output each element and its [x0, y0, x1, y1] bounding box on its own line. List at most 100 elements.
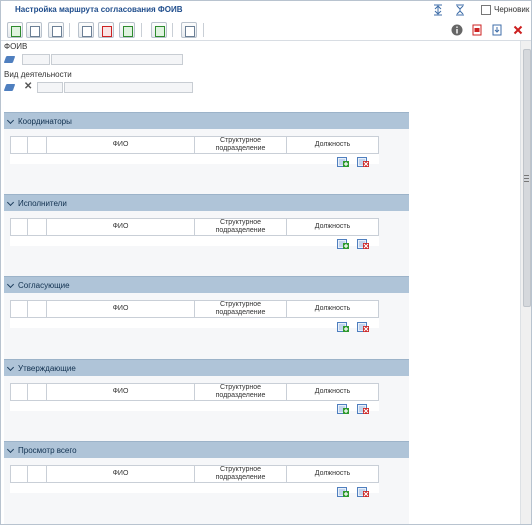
- move-button[interactable]: [48, 22, 64, 38]
- delete-row-icon[interactable]: [357, 157, 370, 168]
- column-header-position[interactable]: Должность: [287, 301, 378, 317]
- department-line1: Структурное: [220, 301, 261, 308]
- print-icon: [185, 26, 195, 37]
- column-header: [11, 466, 28, 482]
- table-body: [10, 318, 379, 328]
- column-header-fio[interactable]: ФИО: [47, 301, 195, 317]
- section-confirmers: Утверждающие ФИО Структурное подразделен…: [4, 359, 409, 441]
- department-line1: Структурное: [220, 384, 261, 391]
- section-body: ФИО Структурное подразделение Должность: [4, 293, 409, 359]
- expand-icon[interactable]: [432, 4, 444, 16]
- activity-name-field[interactable]: [64, 82, 193, 93]
- column-header: [28, 137, 47, 153]
- section-approvers: Согласующие ФИО Структурное подразделени…: [4, 276, 409, 359]
- section-executors: Исполнители ФИО Структурное подразделени…: [4, 194, 409, 276]
- column-header-fio[interactable]: ФИО: [47, 219, 195, 235]
- column-header-position[interactable]: Должность: [287, 384, 378, 400]
- table-body: [10, 154, 379, 164]
- chevron-down-icon[interactable]: [6, 280, 15, 289]
- scrollbar-grip: [524, 175, 529, 176]
- add-row-icon[interactable]: [337, 157, 350, 168]
- add-button[interactable]: [7, 22, 23, 38]
- table-header: ФИО Структурное подразделение Должность: [10, 300, 379, 318]
- section-header[interactable]: Координаторы: [4, 112, 409, 129]
- route-settings-window: Настройка маршрута согласования ФОИВ Чер…: [0, 0, 532, 525]
- section-header[interactable]: Согласующие: [4, 276, 409, 293]
- copy-button[interactable]: [26, 22, 42, 38]
- draft-checkbox-box[interactable]: [481, 5, 491, 15]
- section-body: ФИО Структурное подразделение Должность: [4, 376, 409, 441]
- column-header: [28, 384, 47, 400]
- toolbar-separator: [203, 23, 204, 37]
- collapse-icon[interactable]: [454, 4, 466, 16]
- column-header-fio[interactable]: ФИО: [47, 466, 195, 482]
- column-header-department[interactable]: Структурное подразделение: [195, 466, 287, 482]
- department-line2: подразделение: [215, 227, 266, 234]
- section-header[interactable]: Утверждающие: [4, 359, 409, 376]
- approve-button[interactable]: [119, 22, 135, 38]
- department-line2: подразделение: [215, 309, 266, 316]
- column-header-fio[interactable]: ФИО: [47, 137, 195, 153]
- approve-icon: [123, 26, 133, 37]
- chevron-down-icon[interactable]: [6, 116, 15, 125]
- section-body: ФИО Структурное подразделение Должность: [4, 458, 409, 524]
- scrollbar-grip: [524, 181, 529, 182]
- copy-icon: [30, 26, 40, 37]
- toolbar-separator: [141, 23, 142, 37]
- delete-row-icon[interactable]: [357, 322, 370, 333]
- column-header: [11, 384, 28, 400]
- department-line2: подразделение: [215, 474, 266, 481]
- close-icon[interactable]: [512, 24, 524, 36]
- chevron-down-icon[interactable]: [6, 445, 15, 454]
- column-header-department[interactable]: Структурное подразделение: [195, 137, 287, 153]
- delete-row-icon[interactable]: [357, 404, 370, 415]
- table-header: ФИО Структурное подразделение Должность: [10, 383, 379, 401]
- section-header[interactable]: Просмотр всего: [4, 441, 409, 458]
- foiv-label: ФОИВ: [4, 42, 28, 51]
- add-row-icon[interactable]: [337, 239, 350, 250]
- column-header-fio[interactable]: ФИО: [47, 384, 195, 400]
- edit-icon[interactable]: [3, 84, 16, 91]
- toolbar-separator: [172, 23, 173, 37]
- import-button[interactable]: [78, 22, 94, 38]
- section-title: Согласующие: [18, 281, 70, 290]
- foiv-code-field[interactable]: [22, 54, 50, 65]
- table-body: [10, 483, 379, 493]
- delete-row-icon[interactable]: [357, 487, 370, 498]
- column-header: [28, 301, 47, 317]
- column-header-department[interactable]: Структурное подразделение: [195, 301, 287, 317]
- move-icon: [52, 26, 62, 37]
- edit-icon[interactable]: [3, 56, 16, 63]
- clear-icon[interactable]: ✕: [24, 81, 32, 92]
- section-header[interactable]: Исполнители: [4, 194, 409, 211]
- add-row-icon[interactable]: [337, 404, 350, 415]
- draft-checkbox[interactable]: Черновик: [481, 5, 529, 15]
- add-icon: [11, 26, 21, 37]
- chevron-down-icon[interactable]: [6, 363, 15, 372]
- column-header-position[interactable]: Должность: [287, 466, 378, 482]
- download-icon[interactable]: [491, 24, 503, 36]
- section-coordinators: Координаторы ФИО Структурное подразделен…: [4, 112, 409, 194]
- delete-row-icon[interactable]: [357, 239, 370, 250]
- column-header-position[interactable]: Должность: [287, 137, 378, 153]
- column-header: [11, 137, 28, 153]
- foiv-name-field[interactable]: [51, 54, 183, 65]
- vertical-scrollbar[interactable]: [520, 41, 531, 524]
- chevron-down-icon[interactable]: [6, 198, 15, 207]
- route-button[interactable]: [151, 22, 167, 38]
- scrollbar-grip: [524, 178, 529, 179]
- export-button[interactable]: [98, 22, 114, 38]
- print-button[interactable]: [181, 22, 197, 38]
- column-header-position[interactable]: Должность: [287, 219, 378, 235]
- activity-code-field[interactable]: [37, 82, 63, 93]
- column-header-department[interactable]: Структурное подразделение: [195, 384, 287, 400]
- section-title: Просмотр всего: [18, 446, 77, 455]
- pdf-icon[interactable]: [471, 24, 483, 36]
- add-row-icon[interactable]: [337, 322, 350, 333]
- add-row-icon[interactable]: [337, 487, 350, 498]
- department-line1: Структурное: [220, 219, 261, 226]
- info-icon[interactable]: [451, 24, 463, 36]
- section-view-all: Просмотр всего ФИО Структурное подраздел…: [4, 441, 409, 524]
- column-header-department[interactable]: Структурное подразделение: [195, 219, 287, 235]
- column-header: [11, 219, 28, 235]
